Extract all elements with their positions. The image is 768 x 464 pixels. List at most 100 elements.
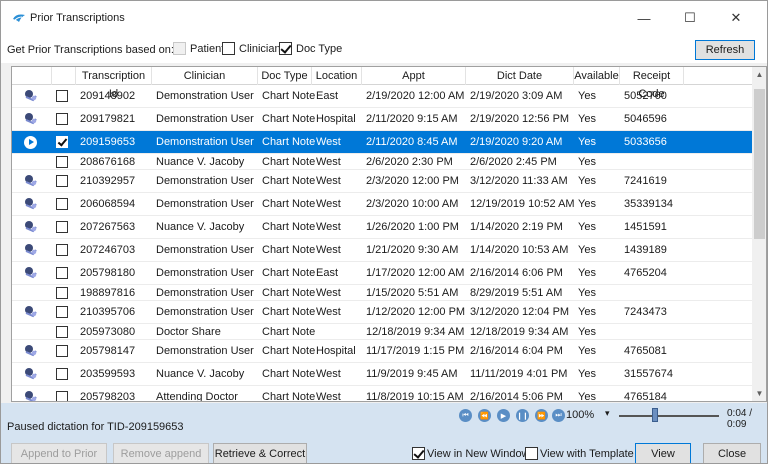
cell-receipt-code: 35339134 <box>624 198 673 210</box>
cell-appt: 1/15/2020 5:51 AM <box>366 286 459 299</box>
patient-checkbox[interactable] <box>173 42 186 55</box>
view-new-window-label: View in New Window <box>427 447 530 460</box>
header-location[interactable]: Location <box>312 67 362 85</box>
playback-track[interactable] <box>619 415 719 417</box>
view-new-window-option[interactable]: View in New Window <box>412 447 530 460</box>
cell-available: Yes <box>578 90 596 102</box>
row-select-cell <box>56 386 80 401</box>
fast-forward-icon[interactable]: ⏩ <box>535 409 548 422</box>
row-checkbox[interactable] <box>56 306 68 318</box>
close-button[interactable]: Close <box>703 443 761 463</box>
row-checkbox[interactable] <box>56 345 68 357</box>
cell-transcription-id: 209148902 <box>80 90 136 102</box>
row-checkbox[interactable] <box>56 113 68 125</box>
minimize-button[interactable]: — <box>621 1 667 35</box>
append-to-prior-button[interactable]: Append to Prior <box>11 443 107 463</box>
row-checkbox[interactable] <box>56 155 68 168</box>
filter-patient-option[interactable]: Patient <box>173 42 224 55</box>
header-available[interactable]: Available <box>574 67 620 85</box>
table-row[interactable]: 206068594 Demonstration User Chart Note Wes… <box>12 193 752 216</box>
playback-position-thumb[interactable] <box>652 408 658 422</box>
now-playing-icon[interactable] <box>24 135 37 149</box>
row-checkbox[interactable] <box>56 90 68 102</box>
doctype-label: Doc Type <box>296 42 343 55</box>
cell-available: Yes <box>578 136 596 148</box>
table-row[interactable]: 205798147 Demonstration User Chart Note Hos… <box>12 340 752 363</box>
row-checkbox[interactable] <box>56 267 68 279</box>
view-template-option[interactable]: View with Template <box>525 447 634 460</box>
table-row[interactable]: 208676168 Nuance V. Jacoby Chart Note West 2… <box>12 154 752 170</box>
doctype-checkbox[interactable] <box>279 42 292 55</box>
remove-append-button[interactable]: Remove append <box>113 443 209 463</box>
rewind-icon[interactable]: ⏪ <box>478 409 491 422</box>
skip-end-icon[interactable]: ⏭ <box>552 409 565 422</box>
cell-transcription-id: 205973080 <box>80 325 136 338</box>
row-checkbox[interactable] <box>56 175 68 187</box>
header-dict-date[interactable]: Dict Date <box>466 67 574 85</box>
maximize-button[interactable]: ☐ <box>667 1 713 35</box>
cell-available: Yes <box>578 155 596 168</box>
view-template-label: View with Template <box>540 447 634 460</box>
scroll-up-icon[interactable]: ▲ <box>752 67 766 82</box>
row-checkbox[interactable] <box>56 368 68 380</box>
table-row[interactable]: 198897816 Demonstration User Chart Note Wes… <box>12 285 752 301</box>
view-button[interactable]: View <box>635 443 691 463</box>
header-appt[interactable]: Appt <box>362 67 466 85</box>
table-row[interactable]: 210392957 Demonstration User Chart Note Wes… <box>12 170 752 193</box>
cell-dict-date: 3/12/2020 11:33 AM <box>470 175 568 187</box>
cell-clinician: Nuance V. Jacoby <box>156 368 245 380</box>
scrollbar-thumb[interactable] <box>754 89 765 239</box>
cell-location: East <box>316 267 339 279</box>
cell-clinician: Attending Doctor <box>156 391 238 402</box>
scroll-down-icon[interactable]: ▼ <box>752 386 766 401</box>
table-row[interactable]: 207246703 Demonstration User Chart Note Wes… <box>12 239 752 262</box>
clinician-checkbox[interactable] <box>222 42 235 55</box>
table-row[interactable]: 209159653 Demonstration User Chart Note Wes… <box>12 131 752 154</box>
header-transcription-id[interactable]: Transcription Id <box>76 67 152 100</box>
cell-transcription-id: 209179821 <box>80 113 136 125</box>
pause-icon[interactable]: ❙❙ <box>516 409 529 422</box>
cell-dict-date: 2/16/2014 6:06 PM <box>470 267 563 279</box>
cell-appt: 1/26/2020 1:00 PM <box>366 221 459 233</box>
row-checkbox[interactable] <box>56 136 68 148</box>
skip-start-icon[interactable]: ⏮ <box>459 409 472 422</box>
row-checkbox[interactable] <box>56 198 68 210</box>
cell-appt: 1/17/2020 12:00 AM <box>366 267 465 279</box>
row-checkbox[interactable] <box>56 221 68 233</box>
view-template-checkbox[interactable] <box>525 447 538 460</box>
vertical-scrollbar[interactable]: ▲ ▼ <box>752 67 766 401</box>
view-new-window-checkbox[interactable] <box>412 447 425 460</box>
table-row[interactable]: 210395706 Demonstration User Chart Note Wes… <box>12 301 752 324</box>
transcription-doc-icon <box>25 306 37 318</box>
filter-doctype-option[interactable]: Doc Type <box>279 42 342 55</box>
cell-receipt-code: 7241619 <box>624 175 667 187</box>
close-window-button[interactable]: ✕ <box>713 1 759 35</box>
playback-speed[interactable]: 100% <box>566 409 594 421</box>
row-checkbox[interactable] <box>56 325 68 338</box>
row-checkbox[interactable] <box>56 244 68 256</box>
cell-available: Yes <box>578 306 596 318</box>
cell-dict-date: 12/19/2019 10:52 AM <box>470 198 575 210</box>
table-row[interactable]: 209179821 Demonstration User Chart Note Hos… <box>12 108 752 131</box>
filter-clinician-option[interactable]: Clinician <box>222 42 281 55</box>
cell-appt: 1/21/2020 9:30 AM <box>366 244 459 256</box>
table-row[interactable]: 209148902 Demonstration User Chart Note Eas… <box>12 85 752 108</box>
row-checkbox[interactable] <box>56 391 68 401</box>
table-row[interactable]: 205798180 Demonstration User Chart Note Eas… <box>12 262 752 285</box>
table-row[interactable]: 207267563 Nuance V. Jacoby Chart Note West 1… <box>12 216 752 239</box>
cell-transcription-id: 205798203 <box>80 391 136 402</box>
row-select-cell <box>56 363 80 385</box>
row-checkbox[interactable] <box>56 286 68 299</box>
table-row[interactable]: 205973080 Doctor Share Chart Note 12/18/201… <box>12 324 752 340</box>
cell-doc-type: Chart Note <box>262 244 316 256</box>
retrieve-correct-button[interactable]: Retrieve & Correct <box>213 443 307 463</box>
table-row[interactable]: 205798203 Attending Doctor Chart Note West 1… <box>12 386 752 402</box>
play-icon[interactable]: ▶ <box>497 409 510 422</box>
cell-transcription-id: 207246703 <box>80 244 136 256</box>
refresh-button[interactable]: Refresh <box>695 40 755 60</box>
header-clinician[interactable]: Clinician <box>152 67 258 85</box>
table-row[interactable]: 203599593 Nuance V. Jacoby Chart Note West 1… <box>12 363 752 386</box>
header-receipt-code[interactable]: Receipt Code <box>620 67 684 100</box>
speed-dropdown-icon[interactable]: ▾ <box>605 408 610 419</box>
header-doc-type[interactable]: Doc Type <box>258 67 312 85</box>
